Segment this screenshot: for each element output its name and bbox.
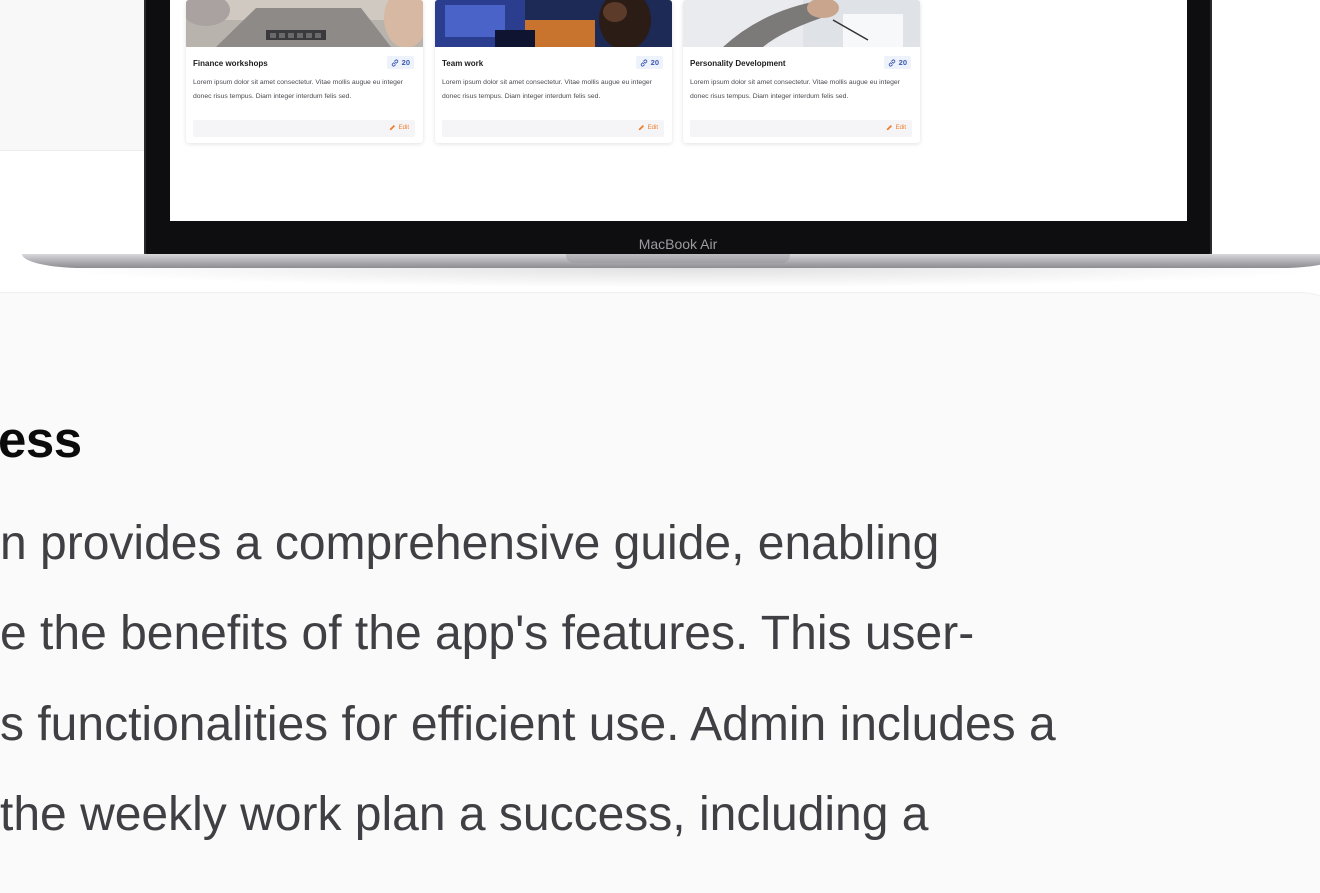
link-count-badge[interactable]: 20 [386, 56, 414, 69]
pencil-icon [638, 124, 644, 131]
paragraph-line: e the benefits of the app's features. Th… [0, 607, 975, 660]
card-image-team-meeting [435, 0, 672, 47]
card-description: Lorem ipsum dolor sit amet consectetur. … [193, 79, 403, 100]
laptop-screen: Finance workshops 20 Lorem ipsum dolor s… [170, 0, 1187, 221]
section-heading: ess [0, 411, 82, 468]
edit-button[interactable]: Edit [886, 124, 906, 131]
card-title: Personality Development [690, 59, 786, 68]
link-count: 20 [401, 58, 410, 67]
course-card[interactable]: Finance workshops 20 Lorem ipsum dolor s… [186, 0, 423, 143]
link-icon [640, 59, 647, 66]
card-footer: Edit [193, 120, 415, 137]
background-panel [0, 0, 160, 151]
link-count: 20 [898, 58, 907, 67]
laptop-model-label: MacBook Air [638, 236, 718, 252]
laptop-shadow [40, 268, 1320, 288]
paragraph-line: s functionalities for efficient use. Adm… [0, 698, 1056, 751]
card-description: Lorem ipsum dolor sit amet consectetur. … [690, 79, 900, 100]
card-footer: Edit [442, 120, 664, 137]
link-icon [391, 59, 398, 66]
edit-button[interactable]: Edit [389, 124, 409, 131]
edit-label: Edit [647, 124, 658, 131]
link-count-badge[interactable]: 20 [883, 56, 911, 69]
course-card[interactable]: Team work 20 Lorem ipsum dolor sit amet … [435, 0, 672, 143]
edit-label: Edit [398, 124, 409, 131]
edit-label: Edit [895, 124, 906, 131]
pencil-icon [886, 124, 892, 131]
card-description: Lorem ipsum dolor sit amet consectetur. … [442, 79, 652, 100]
edit-button[interactable]: Edit [638, 124, 658, 131]
card-title: Team work [442, 59, 484, 68]
pencil-icon [389, 124, 395, 131]
card-image-writing-hands [683, 0, 920, 47]
link-icon [888, 59, 895, 66]
course-card[interactable]: Personality Development 20 Lorem ipsum d… [683, 0, 920, 143]
card-title: Finance workshops [193, 59, 268, 68]
paragraph-line: the weekly work plan a success, includin… [0, 788, 929, 841]
laptop-base-notch [566, 254, 790, 263]
card-image-laptop-typing [186, 0, 423, 47]
link-count-badge[interactable]: 20 [635, 56, 663, 69]
card-footer: Edit [690, 120, 912, 137]
link-count: 20 [650, 58, 659, 67]
paragraph-line: n provides a comprehensive guide, enabli… [0, 517, 940, 570]
